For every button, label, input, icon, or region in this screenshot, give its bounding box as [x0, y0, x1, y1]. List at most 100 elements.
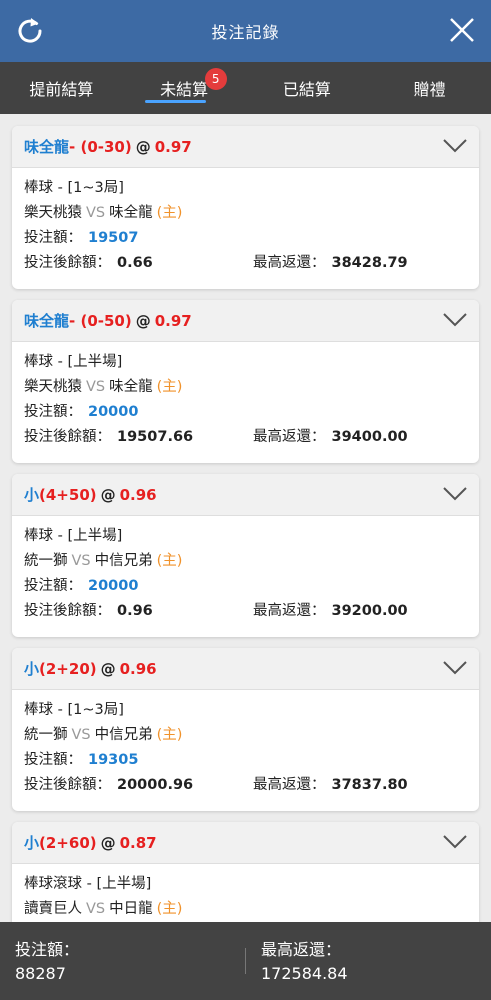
balance-value: 19507.66 — [117, 429, 194, 445]
game-type: 棒球 - [上半場] — [24, 528, 123, 544]
header-bar: 投注記錄 — [0, 0, 491, 62]
home-tag: (主) — [156, 205, 183, 221]
bet-card-header[interactable]: 小 (2+20) @0.96 — [12, 648, 479, 690]
bet-selection: 小 — [24, 486, 40, 504]
away-team: 統一獅 — [24, 553, 68, 569]
max-return-label: 最高返還： — [253, 603, 326, 619]
stake-label: 投注額： — [24, 230, 82, 246]
home-team: 中信兄弟 — [94, 553, 153, 569]
bet-card-header[interactable]: 味全龍 - (0-30) @0.97 — [12, 126, 479, 168]
at-sign: @ — [100, 485, 116, 504]
tab-settled[interactable]: 已結算 — [246, 62, 369, 114]
away-team: 樂天桃猿 — [24, 205, 82, 221]
vs-label: VS — [71, 553, 91, 569]
count-badge: 5 — [204, 68, 227, 90]
stake-row: 投注額： 20000 — [24, 400, 467, 425]
max-return-value: 39200.00 — [331, 603, 408, 619]
home-tag: (主) — [156, 379, 183, 395]
bet-odds: 0.97 — [154, 137, 192, 156]
bet-card-body: 棒球滾球 - [上半場] 讀賣巨人 VS 中日龍 (主) — [12, 864, 479, 922]
bet-selection: 小 — [24, 660, 40, 678]
total-max-return: 最高返還： 172584.84 — [245, 940, 490, 983]
tab-bar: 提前結算 未結算 5 已結算 贈禮 — [0, 62, 491, 114]
away-team: 樂天桃猿 — [24, 379, 82, 395]
game-type: 棒球 - [上半場] — [24, 354, 123, 370]
vs-label: VS — [86, 379, 106, 395]
bet-list[interactable]: 味全龍 - (0-30) @0.97 棒球 - [1~3局] 樂天桃猿 VS 味全龍(… — [0, 114, 491, 922]
max-return-label: 最高返還： — [253, 429, 326, 445]
balance-label: 投注後餘額： — [24, 255, 111, 271]
matchup: 樂天桃猿 VS 味全龍 (主) — [24, 375, 467, 400]
at-sign: @ — [135, 311, 151, 330]
tab-underline — [144, 100, 206, 103]
max-return-value: 38428.79 — [331, 255, 408, 271]
bet-card: 小 (2+60) @0.87 棒球滾球 - [上半場] 讀賣巨人 VS 中日龍 (主) — [12, 822, 479, 922]
tab-label: 已結算 — [282, 80, 331, 99]
stake-value: 20000 — [88, 404, 139, 420]
tab-unsettled[interactable]: 未結算 5 — [123, 62, 246, 114]
stake-value: 19305 — [88, 752, 139, 768]
bet-selection: 味全龍 — [24, 312, 70, 330]
home-team: 中日龍 — [109, 901, 153, 917]
total-stake-label: 投注額： — [15, 940, 80, 959]
home-tag: (主) — [156, 727, 183, 743]
tab-early-settle[interactable]: 提前結算 — [0, 62, 123, 114]
bet-odds: 0.97 — [154, 311, 192, 330]
refresh-icon[interactable] — [14, 14, 46, 46]
stake-row: 投注額： 19507 — [24, 226, 467, 251]
total-max-return-value: 172584.84 — [261, 964, 348, 983]
bet-handicap: - (0-30) — [69, 137, 132, 156]
total-max-return-label: 最高返還： — [261, 940, 342, 959]
stake-value: 20000 — [88, 578, 139, 594]
chevron-down-icon[interactable] — [443, 138, 467, 154]
bet-odds: 0.87 — [119, 833, 157, 852]
at-sign: @ — [100, 659, 116, 678]
stake-label: 投注額： — [24, 752, 82, 768]
away-team: 讀賣巨人 — [24, 901, 82, 917]
balance-value: 20000.96 — [117, 777, 194, 793]
chevron-down-icon[interactable] — [443, 660, 467, 676]
game-type: 棒球滾球 - [上半場] — [24, 876, 152, 892]
vs-label: VS — [71, 727, 91, 743]
vs-label: VS — [86, 205, 106, 221]
max-return-label: 最高返還： — [253, 255, 326, 271]
bet-handicap: - (0-50) — [69, 311, 132, 330]
bet-card-header[interactable]: 小 (4+50) @0.96 — [12, 474, 479, 516]
balance-row: 投注後餘額： 19507.66 最高返還： 39400.00 — [24, 425, 467, 450]
bet-card-body: 棒球 - [1~3局] 樂天桃猿 VS 味全龍 (主) 投注額： 19507 投注後餘額… — [12, 168, 479, 276]
tab-gifts[interactable]: 贈禮 — [368, 62, 491, 114]
home-team: 味全龍 — [109, 379, 153, 395]
balance-row: 投注後餘額： 20000.96 最高返還： 37837.80 — [24, 773, 467, 798]
close-icon[interactable] — [449, 17, 475, 43]
game-type: 棒球 - [1~3局] — [24, 702, 124, 718]
balance-value: 0.96 — [117, 603, 153, 619]
tab-label: 提前結算 — [29, 80, 94, 99]
balance-label: 投注後餘額： — [24, 603, 111, 619]
total-stake: 投注額： 88287 — [0, 922, 245, 1000]
stake-label: 投注額： — [24, 578, 82, 594]
at-sign: @ — [100, 833, 116, 852]
chevron-down-icon[interactable] — [443, 834, 467, 850]
bet-card-body: 棒球 - [1~3局] 統一獅 VS 中信兄弟 (主) 投注額： 19305 投注後餘額… — [12, 690, 479, 798]
bet-handicap: (2+20) — [39, 659, 97, 678]
away-team: 統一獅 — [24, 727, 68, 743]
bet-card: 味全龍 - (0-50) @0.97 棒球 - [上半場] 樂天桃猿 VS 味全龍 (主… — [12, 300, 479, 463]
bet-selection: 味全龍 — [24, 138, 70, 156]
home-team: 中信兄弟 — [94, 727, 153, 743]
bet-card-header[interactable]: 小 (2+60) @0.87 — [12, 822, 479, 864]
stake-row: 投注額： 20000 — [24, 574, 467, 599]
tab-label: 未結算 — [160, 80, 209, 99]
stake-label: 投注額： — [24, 404, 82, 420]
stake-row: 投注額： 19305 — [24, 748, 467, 773]
bet-card-header[interactable]: 味全龍 - (0-50) @0.97 — [12, 300, 479, 342]
chevron-down-icon[interactable] — [443, 312, 467, 328]
bet-card-body: 棒球 - [上半場] 統一獅 VS 中信兄弟 (主) 投注額： 20000 投注後餘額：… — [12, 516, 479, 624]
stake-value: 19507 — [88, 230, 139, 246]
balance-label: 投注後餘額： — [24, 429, 111, 445]
at-sign: @ — [135, 137, 151, 156]
bet-handicap: (2+60) — [39, 833, 97, 852]
matchup: 統一獅 VS 中信兄弟 (主) — [24, 723, 467, 748]
page-title: 投注記錄 — [211, 23, 280, 42]
chevron-down-icon[interactable] — [443, 486, 467, 502]
balance-row: 投注後餘額： 0.96 最高返還： 39200.00 — [24, 599, 467, 624]
